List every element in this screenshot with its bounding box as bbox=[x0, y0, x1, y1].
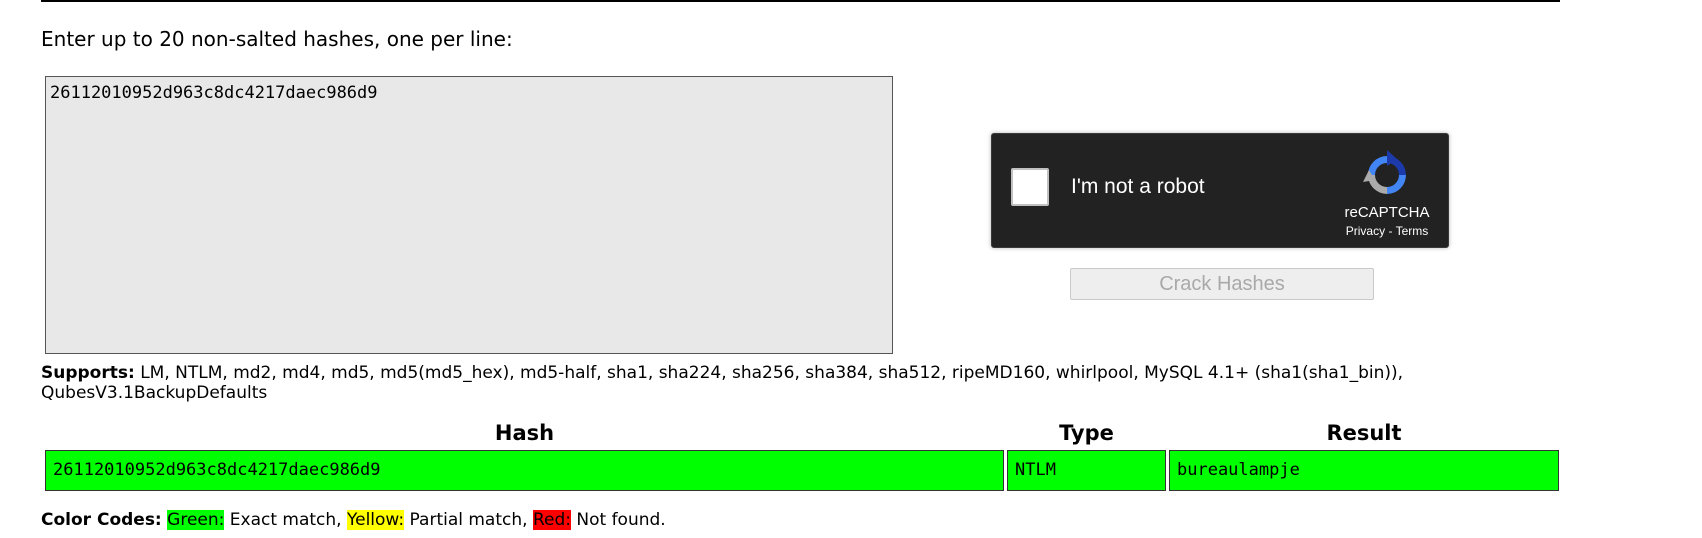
hash-input-textarea[interactable] bbox=[45, 76, 893, 354]
legend-red-text: Not found. bbox=[570, 510, 666, 530]
result-cell: bureaulampje bbox=[1169, 450, 1559, 491]
recaptcha-checkbox[interactable] bbox=[1011, 168, 1049, 206]
recaptcha-widget: I'm not a robot reCAPTCHA Privacy - Term… bbox=[991, 133, 1449, 248]
terms-link[interactable]: Terms bbox=[1396, 224, 1429, 238]
type-cell: NTLM bbox=[1007, 450, 1166, 491]
legend-label: Color Codes: bbox=[41, 510, 162, 530]
legend-green-swatch: Green: bbox=[167, 510, 225, 530]
result-column-header: Result bbox=[1326, 421, 1402, 445]
supports-label: Supports: bbox=[41, 363, 135, 383]
link-separator: - bbox=[1385, 224, 1396, 238]
recaptcha-label: I'm not a robot bbox=[1071, 175, 1205, 198]
recaptcha-logo-icon bbox=[1363, 150, 1406, 194]
legend-red-swatch: Red: bbox=[532, 510, 571, 530]
recaptcha-brand: reCAPTCHA bbox=[1344, 204, 1430, 221]
supported-algorithms: Supports: LM, NTLM, md2, md4, md5, md5(m… bbox=[41, 363, 1441, 403]
recaptcha-links: Privacy - Terms bbox=[1324, 224, 1450, 238]
legend-green-text: Exact match, bbox=[224, 510, 347, 530]
legend-yellow-text: Partial match, bbox=[404, 510, 533, 530]
supports-list: LM, NTLM, md2, md4, md5, md5(md5_hex), m… bbox=[41, 363, 1404, 403]
color-codes-legend: Color Codes: Green: Exact match, Yellow:… bbox=[41, 510, 666, 530]
crack-hashes-button[interactable]: Crack Hashes bbox=[1070, 268, 1374, 300]
hash-cell: 26112010952d963c8dc4217daec986d9 bbox=[45, 450, 1004, 491]
type-column-header: Type bbox=[1059, 421, 1114, 445]
top-divider bbox=[41, 0, 1560, 2]
privacy-link[interactable]: Privacy bbox=[1346, 224, 1385, 238]
hash-input-prompt: Enter up to 20 non-salted hashes, one pe… bbox=[41, 27, 513, 51]
legend-yellow-swatch: Yellow: bbox=[347, 510, 405, 530]
hash-column-header: Hash bbox=[494, 421, 555, 445]
